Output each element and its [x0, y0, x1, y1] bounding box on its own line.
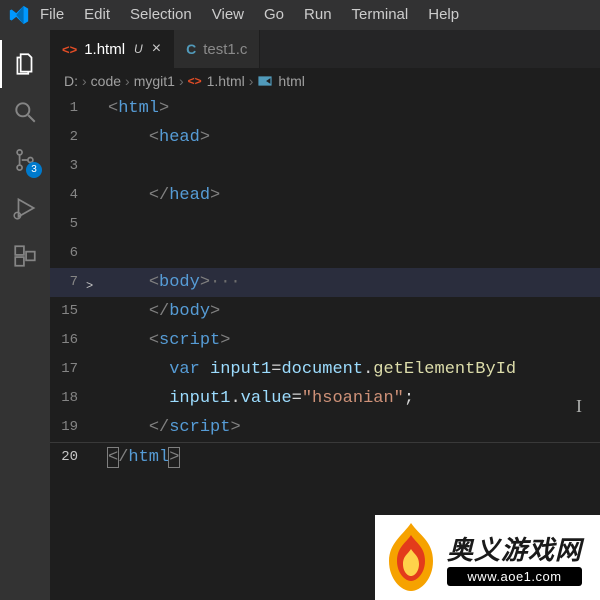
- menu-file[interactable]: File: [30, 0, 74, 30]
- activity-search[interactable]: [0, 88, 50, 136]
- symbol-icon: [257, 73, 273, 89]
- watermark-url: www.aoe1.com: [447, 567, 582, 586]
- crumb-file[interactable]: <>1.html: [188, 73, 245, 89]
- menu-view[interactable]: View: [202, 0, 254, 30]
- activity-source-control[interactable]: 3: [0, 136, 50, 184]
- watermark-title: 奥义游戏网: [447, 530, 582, 567]
- crumb-symbol[interactable]: html: [257, 73, 304, 89]
- chevron-right-icon: ›: [82, 73, 87, 89]
- run-debug-icon: [12, 195, 38, 221]
- menu-terminal[interactable]: Terminal: [342, 0, 419, 30]
- line-number: 1: [50, 94, 86, 123]
- c-file-icon: C: [186, 41, 196, 57]
- line-number: 20: [50, 443, 86, 471]
- flame-logo-icon: [381, 521, 441, 595]
- tab-1-html[interactable]: <> 1.html U ×: [50, 30, 174, 68]
- text-cursor-icon: I: [576, 392, 582, 421]
- tab-label: 1.html: [84, 41, 125, 58]
- line-number: 17: [50, 355, 86, 384]
- close-icon[interactable]: ×: [152, 41, 161, 57]
- menu-run[interactable]: Run: [294, 0, 342, 30]
- activity-extensions[interactable]: [0, 232, 50, 280]
- menu-edit[interactable]: Edit: [74, 0, 120, 30]
- activity-bar: 3: [0, 30, 50, 600]
- menu-help[interactable]: Help: [418, 0, 469, 30]
- crumb-folder[interactable]: mygit1: [134, 73, 175, 89]
- extensions-icon: [12, 243, 38, 269]
- chevron-right-icon: ›: [179, 73, 184, 89]
- chevron-right-icon: ›: [125, 73, 130, 89]
- line-number: 5: [50, 210, 86, 239]
- files-icon: [12, 51, 38, 77]
- editor-tabs: <> 1.html U × C test1.c: [50, 30, 600, 68]
- line-number: 2: [50, 123, 86, 152]
- line-number: 18: [50, 384, 86, 413]
- menubar: File Edit Selection View Go Run Terminal…: [0, 0, 600, 30]
- line-number: 19: [50, 413, 86, 442]
- chevron-right-icon: ›: [249, 73, 254, 89]
- modified-indicator: U: [134, 42, 143, 56]
- watermark-overlay: 奥义游戏网 www.aoe1.com: [375, 515, 600, 600]
- activity-explorer[interactable]: [0, 40, 50, 88]
- crumb-folder[interactable]: code: [91, 73, 121, 89]
- menu-go[interactable]: Go: [254, 0, 294, 30]
- scm-badge: 3: [26, 162, 42, 178]
- line-number: 6: [50, 239, 86, 268]
- line-number: 4: [50, 181, 86, 210]
- menu-selection[interactable]: Selection: [120, 0, 202, 30]
- activity-run-debug[interactable]: [0, 184, 50, 232]
- tab-test1-c[interactable]: C test1.c: [174, 30, 260, 68]
- line-number: 3: [50, 152, 86, 181]
- breadcrumb[interactable]: D: › code › mygit1 › <>1.html › html: [50, 68, 600, 94]
- html-file-icon: <>: [62, 42, 77, 57]
- crumb-drive[interactable]: D:: [64, 73, 78, 89]
- line-number: 15: [50, 297, 86, 326]
- line-number: 16: [50, 326, 86, 355]
- vscode-logo-icon: [8, 4, 30, 26]
- tab-label: test1.c: [203, 41, 247, 58]
- line-number: 7: [50, 268, 86, 297]
- fold-toggle[interactable]: >: [86, 268, 108, 297]
- search-icon: [12, 99, 38, 125]
